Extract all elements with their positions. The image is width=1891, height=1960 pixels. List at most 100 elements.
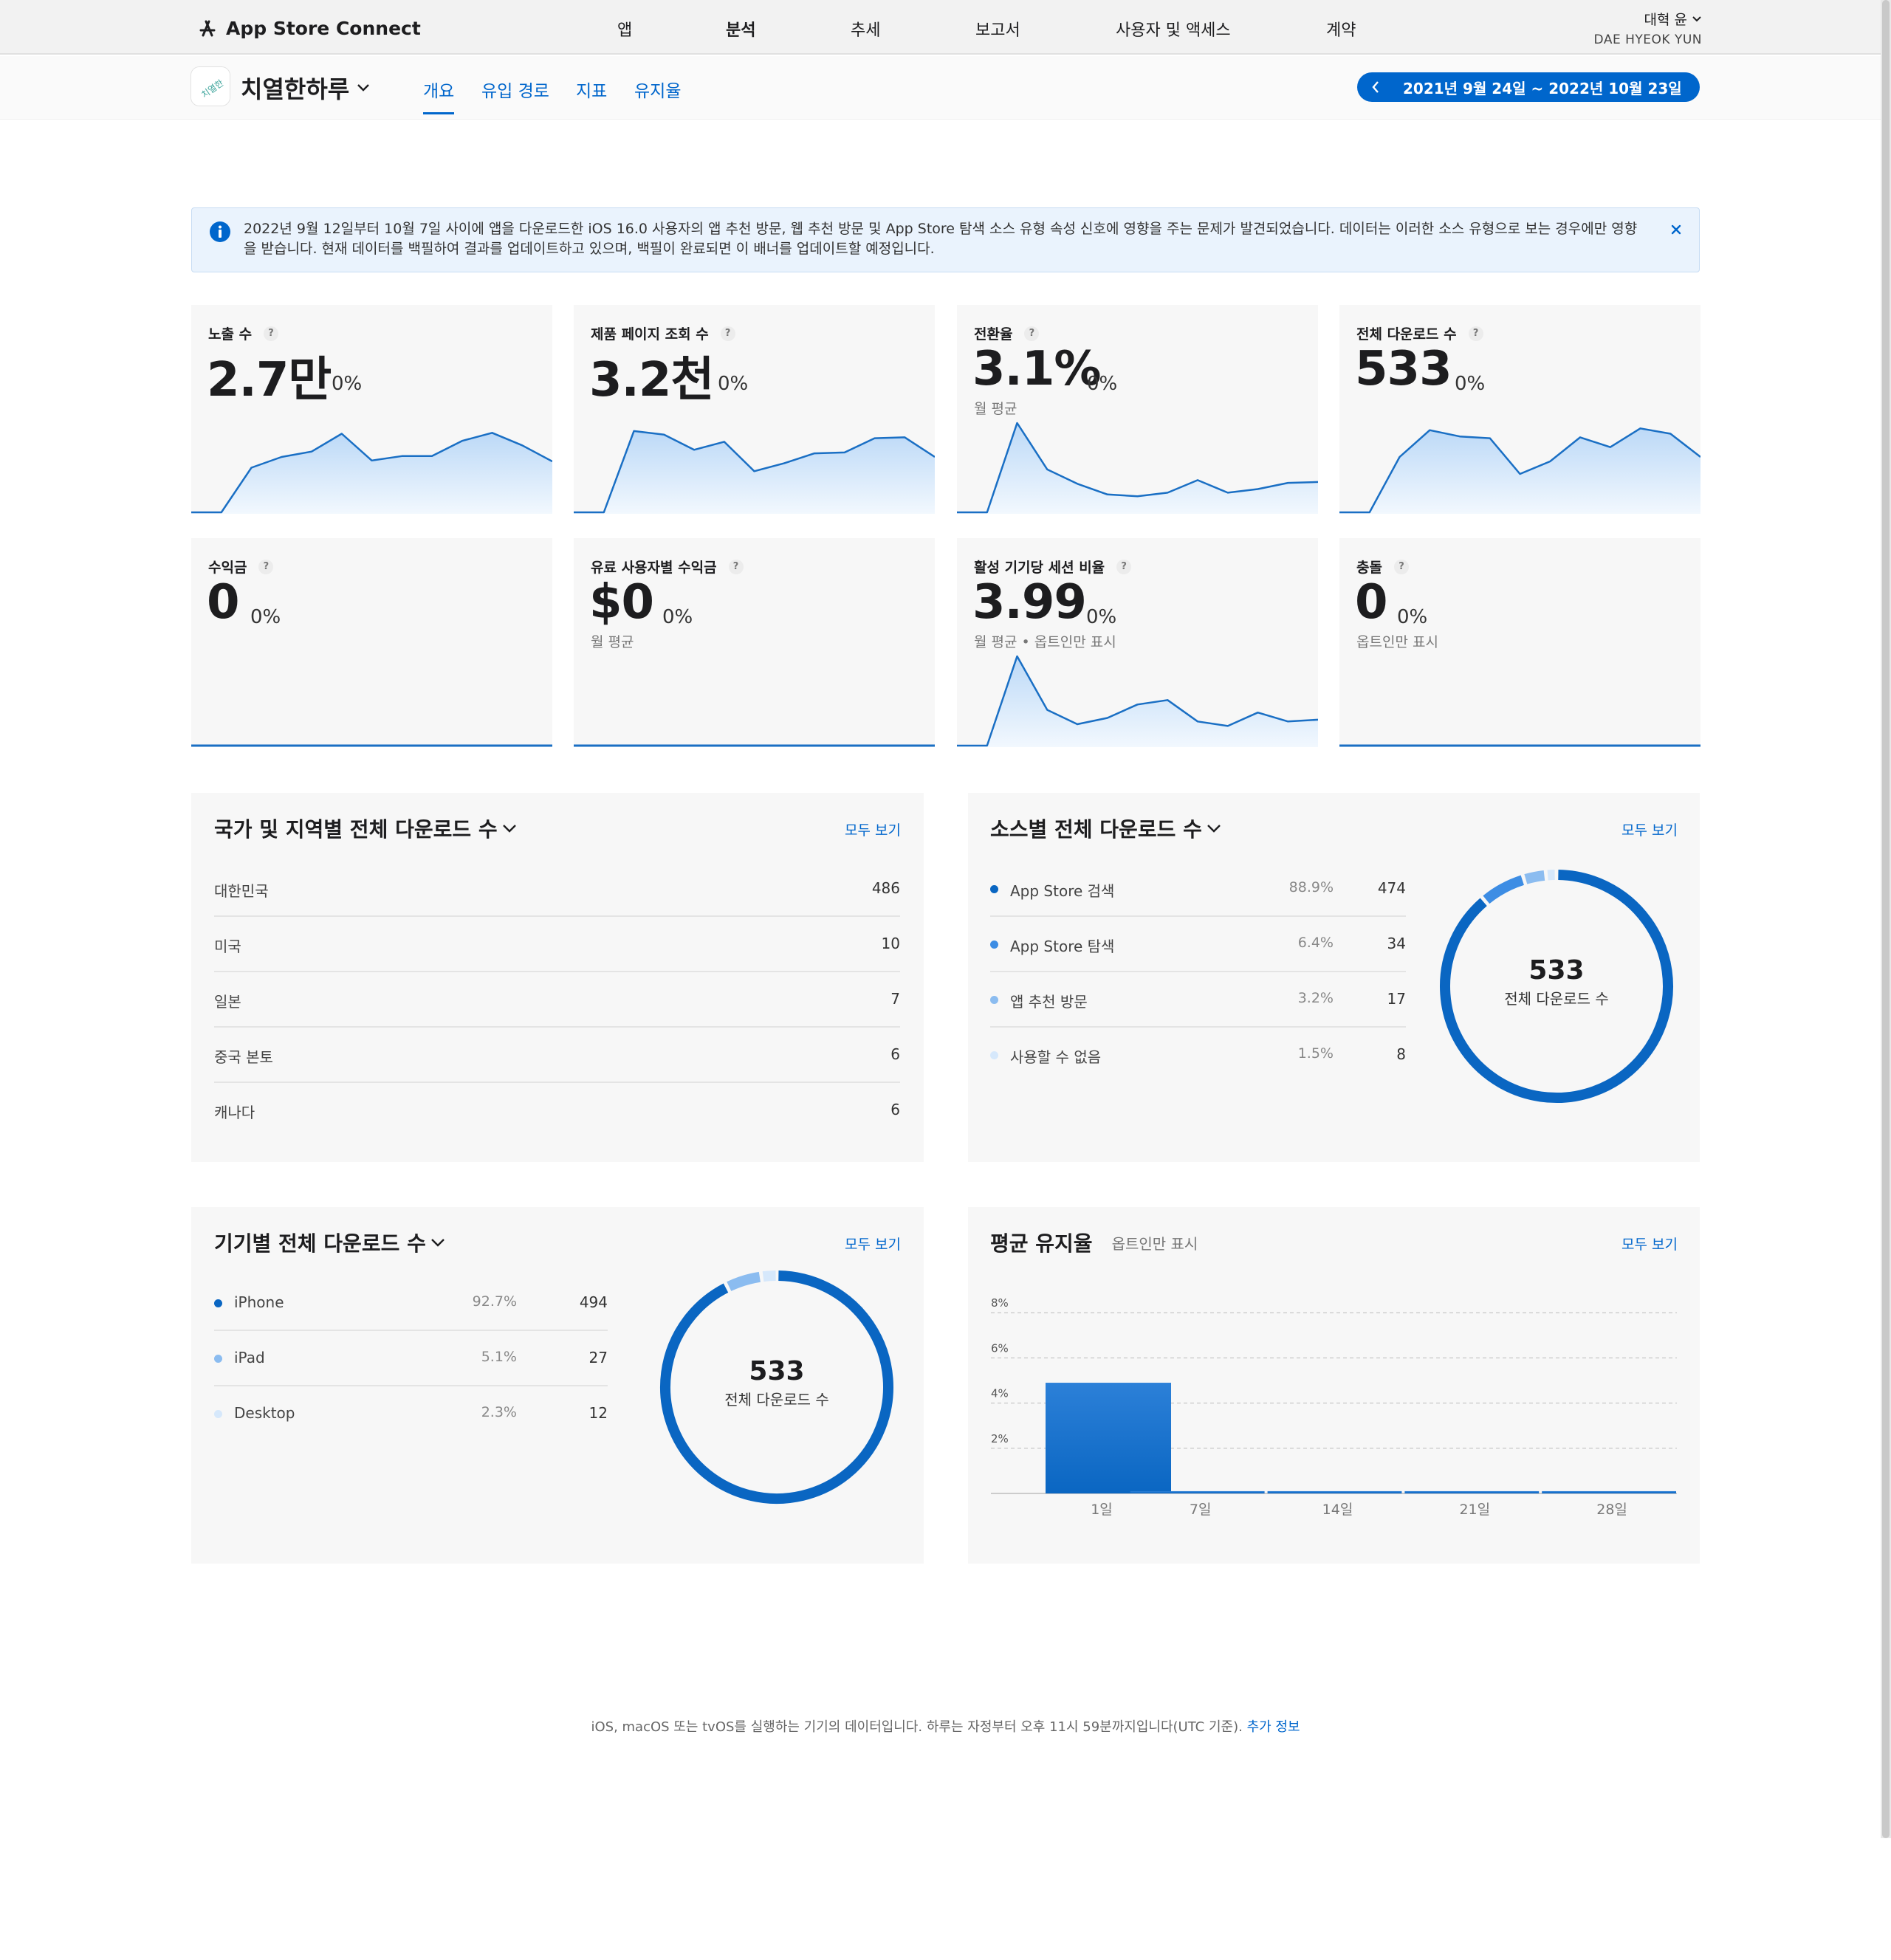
nav-apps[interactable]: 앱 <box>617 17 632 41</box>
row-label: 중국 본토 <box>214 1048 273 1066</box>
table-row[interactable]: 앱 추천 방문 3.2% 17 <box>990 972 1406 1028</box>
help-icon[interactable]: ? <box>264 326 279 341</box>
see-all-link[interactable]: 모두 보기 <box>845 1234 901 1254</box>
metric-title: 수익금 <box>208 560 247 576</box>
bar-2 <box>1267 1490 1402 1493</box>
date-range-picker[interactable]: 2021년 9월 24일 ~ 2022년 10월 23일 <box>1357 72 1700 102</box>
user-menu[interactable]: 대혁 윤 DAE HYEOK YUN <box>1594 9 1702 47</box>
see-all-link[interactable]: 모두 보기 <box>1621 819 1678 839</box>
app-header: 치열한 치열한하루 개요 유입 경로 지표 유지율 2021년 9월 24일 ~… <box>0 56 1891 120</box>
help-icon[interactable]: ? <box>1116 559 1132 574</box>
brand[interactable]: App Store Connect <box>196 15 421 41</box>
panel-title: 국가 및 지역별 전체 다운로드 수 <box>214 817 498 842</box>
nav-reports[interactable]: 보고서 <box>975 17 1020 41</box>
row-value: 12 <box>588 1404 608 1422</box>
app-icon-art: 치열한 <box>191 67 230 106</box>
row-value: 486 <box>871 879 900 897</box>
metric-change: 0% <box>332 373 363 395</box>
metric-title: 충돌 <box>1356 560 1382 576</box>
help-icon[interactable]: ? <box>1468 326 1483 341</box>
x-tick-label: 21일 <box>1459 1502 1490 1518</box>
learn-more-link[interactable]: 추가 정보 <box>1247 1719 1300 1735</box>
donut-total: 533 <box>1528 955 1585 986</box>
help-icon[interactable]: ? <box>1393 559 1409 574</box>
table-row[interactable]: 중국 본토 6 <box>214 1028 900 1083</box>
row-percent: 92.7% <box>472 1293 517 1310</box>
donut-segment-2 <box>1524 870 1545 884</box>
metric-card-sessions-per-device[interactable]: 활성 기기당 세션 비율? 3.99 0% 월 평균 • 옵트인만 표시 <box>957 538 1318 747</box>
metric-subtitle: 월 평균 <box>974 401 1017 417</box>
help-icon[interactable]: ? <box>720 326 735 341</box>
table-row[interactable]: 미국 10 <box>214 917 900 972</box>
metric-card-product-page-views[interactable]: 제품 페이지 조회 수? 3.2천 0% <box>574 305 935 514</box>
metric-value: 3.2천 <box>589 353 714 408</box>
panel-title-dropdown[interactable]: 소스별 전체 다운로드 수 <box>990 814 1221 843</box>
y-tick-label: 2% <box>991 1432 1009 1445</box>
nav-analytics[interactable]: 분석 <box>726 17 755 41</box>
table-row[interactable]: 일본 7 <box>214 972 900 1028</box>
metric-card-total-downloads[interactable]: 전체 다운로드 수? 533 0% <box>1339 305 1700 514</box>
nav-trends[interactable]: 추세 <box>851 17 880 41</box>
row-percent: 1.5% <box>1297 1045 1334 1062</box>
row-percent: 88.9% <box>1288 879 1334 895</box>
tab-retention[interactable]: 유지율 <box>634 77 681 102</box>
metric-card-impressions[interactable]: 노출 수? 2.7만 0% <box>191 305 552 514</box>
see-all-link[interactable]: 모두 보기 <box>845 819 901 839</box>
info-banner: 2022년 9월 12일부터 10월 7일 사이에 앱을 다운로드한 iOS 1… <box>191 207 1700 272</box>
sparkline-area <box>574 430 935 514</box>
table-row[interactable]: 사용할 수 없음 1.5% 8 <box>990 1028 1406 1083</box>
metric-subtitle: 월 평균 <box>591 634 634 650</box>
metric-change: 0% <box>662 606 693 628</box>
table-row[interactable]: App Store 검색 88.9% 474 <box>990 862 1406 917</box>
sparkline-area <box>1339 428 1700 514</box>
scrollbar-thumb[interactable] <box>1882 0 1890 1838</box>
nav-users-access[interactable]: 사용자 및 액세스 <box>1116 17 1231 41</box>
metric-card-proceeds[interactable]: 수익금? 0 0% <box>191 538 552 747</box>
table-row[interactable]: 캐나다 6 <box>214 1083 900 1138</box>
donut-total-label: 전체 다운로드 수 <box>1504 990 1609 1008</box>
user-org: DAE HYEOK YUN <box>1593 32 1702 47</box>
tab-overview[interactable]: 개요 <box>423 77 455 114</box>
scrollbar[interactable] <box>1881 0 1891 1838</box>
row-value: 6 <box>890 1045 900 1063</box>
metric-title: 전체 다운로드 수 <box>1356 326 1457 343</box>
chevron-down-icon <box>502 825 516 833</box>
row-value: 6 <box>890 1101 900 1118</box>
y-tick-label: 8% <box>991 1296 1009 1310</box>
metric-card-crashes[interactable]: 충돌? 0 0% 옵트인만 표시 <box>1339 538 1700 747</box>
metric-card-proceeds-per-paying-user[interactable]: 유료 사용자별 수익금? $0 0% 월 평균 <box>574 538 935 747</box>
metric-subtitle: 월 평균 • 옵트인만 표시 <box>974 634 1116 650</box>
nav-agreements[interactable]: 계약 <box>1326 17 1356 41</box>
table-row[interactable]: Desktop 2.3% 12 <box>214 1386 608 1442</box>
country-downloads-panel: 국가 및 지역별 전체 다운로드 수 모두 보기 대한민국 486 미국 10 … <box>191 793 924 1162</box>
close-icon[interactable] <box>1668 221 1684 238</box>
metric-value: 533 <box>1355 342 1452 396</box>
help-icon[interactable]: ? <box>1024 326 1040 341</box>
retention-bar-chart: 8% 6% 4% 2% 1일 7일 14일 21일 28일 <box>991 1296 1677 1518</box>
row-value: 494 <box>579 1293 608 1311</box>
table-row[interactable]: 대한민국 486 <box>214 862 900 917</box>
row-label: 대한민국 <box>214 882 269 900</box>
table-row[interactable]: iPhone 92.7% 494 <box>214 1276 608 1331</box>
previous-range-button[interactable] <box>1357 80 1394 94</box>
row-percent: 2.3% <box>481 1404 517 1420</box>
table-row[interactable]: App Store 탐색 6.4% 34 <box>990 917 1406 972</box>
panel-title-dropdown[interactable]: 국가 및 지역별 전체 다운로드 수 <box>214 814 517 843</box>
app-name: 치열한하루 <box>241 75 350 103</box>
panel-title-dropdown[interactable]: 기기별 전체 다운로드 수 <box>214 1228 445 1257</box>
app-switcher[interactable]: 치열한하루 <box>241 71 370 105</box>
info-icon <box>210 221 230 242</box>
metric-card-conversion-rate[interactable]: 전환율? 3.1% 0% 월 평균 <box>957 305 1318 514</box>
tab-acquisition[interactable]: 유입 경로 <box>481 77 549 102</box>
help-icon[interactable]: ? <box>728 559 744 574</box>
help-icon[interactable]: ? <box>258 559 274 574</box>
row-label: App Store 검색 <box>1010 882 1115 900</box>
panel-title: 소스별 전체 다운로드 수 <box>990 817 1202 842</box>
table-row[interactable]: iPad 5.1% 27 <box>214 1331 608 1386</box>
tab-metrics[interactable]: 지표 <box>576 77 607 102</box>
row-label: 앱 추천 방문 <box>1010 993 1088 1011</box>
row-value: 10 <box>881 935 900 952</box>
row-percent: 3.2% <box>1297 990 1334 1006</box>
bar-1 <box>1130 1490 1265 1493</box>
row-label: Desktop <box>234 1404 295 1422</box>
